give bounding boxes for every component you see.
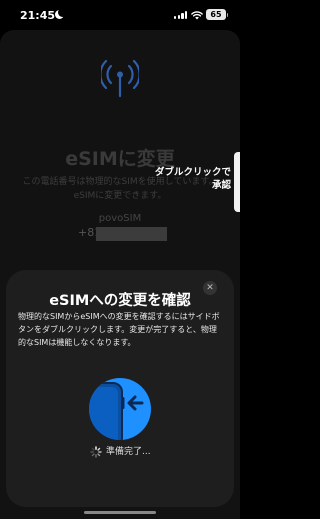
home-indicator[interactable] xyxy=(84,511,156,514)
side-hint-line1: ダブルクリックで xyxy=(154,167,231,178)
battery-icon: 65 xyxy=(206,9,228,20)
do-not-disturb-moon-icon xyxy=(55,8,67,19)
modal-description: 物理的なSIMからeSIMへの変更を確認するにはサイドボタンをダブルクリックしま… xyxy=(18,312,220,347)
carrier-name: povoSIM xyxy=(98,213,142,224)
modal-title: eSIMへの変更を確認 xyxy=(49,293,191,309)
side-hint-line2: 承認 xyxy=(211,180,231,191)
loading-spinner-icon xyxy=(90,446,102,458)
status-bar: 21:45 65 xyxy=(0,0,240,30)
side-button-indicator xyxy=(234,152,240,212)
redacted-phone-number xyxy=(96,227,167,241)
cellular-signal-icon xyxy=(174,11,188,19)
double-click-side-button-icon xyxy=(89,378,151,440)
status-time: 21:45 xyxy=(20,9,56,22)
cellular-antenna-icon xyxy=(101,59,139,98)
progress-status-text: 準備完了... xyxy=(106,447,151,457)
side-button-hint: ダブルクリックで 承認 xyxy=(155,166,231,192)
wifi-icon xyxy=(191,11,203,20)
